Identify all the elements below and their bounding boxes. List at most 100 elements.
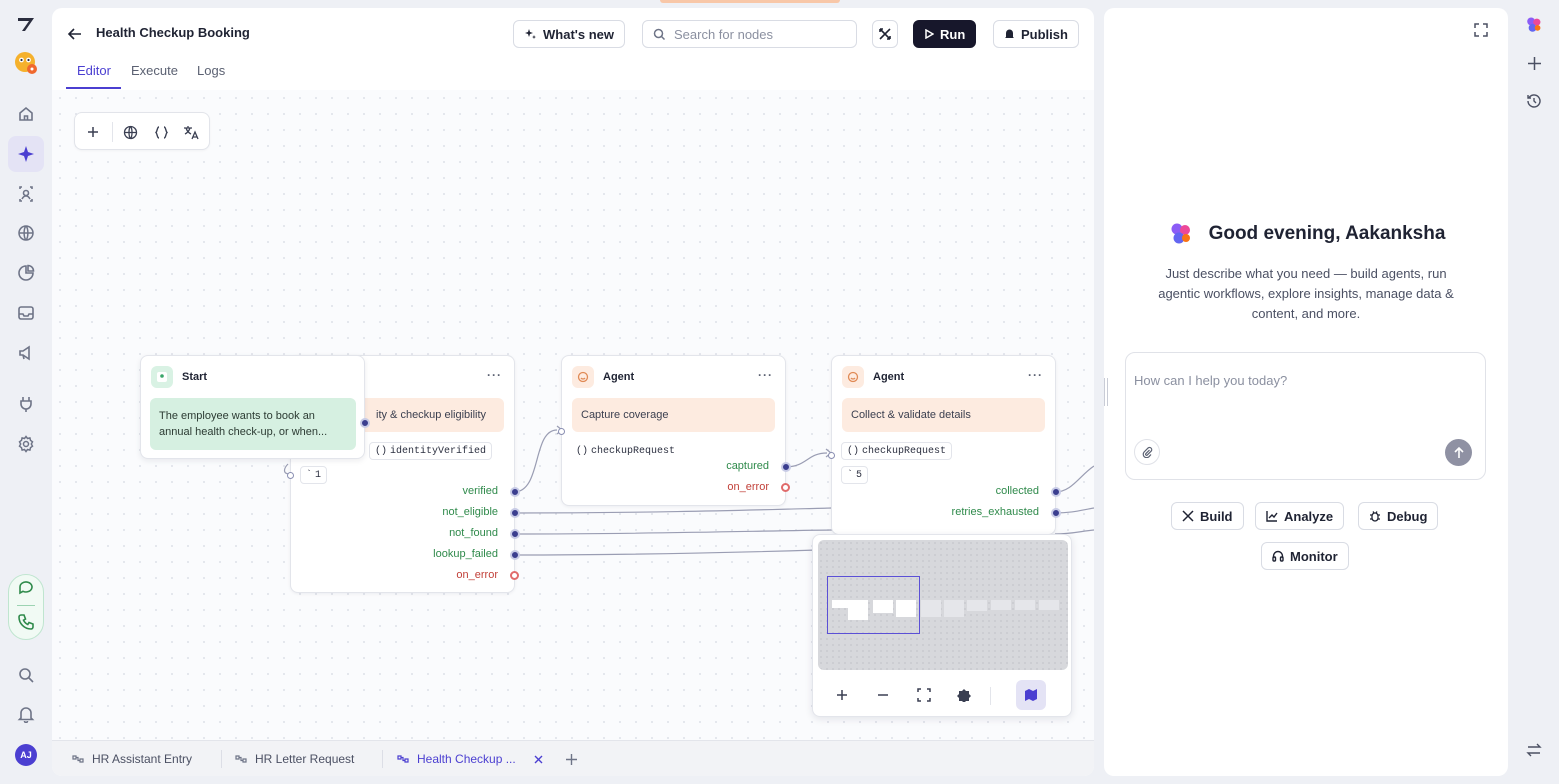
active-tab-indicator: [66, 87, 121, 89]
output-lookup-failed: lookup_failed: [433, 548, 498, 560]
phone-icon[interactable]: [8, 604, 44, 640]
build-icon: [1182, 510, 1194, 522]
panel-resize-handle[interactable]: [1104, 378, 1109, 406]
campaigns-icon[interactable]: [8, 335, 44, 371]
node-menu-icon[interactable]: ···: [1028, 368, 1043, 382]
port-on-error[interactable]: [781, 483, 790, 492]
tab-execute[interactable]: Execute: [131, 63, 178, 78]
zoom-in-icon[interactable]: [827, 680, 857, 710]
chat-input[interactable]: [1134, 373, 1474, 413]
workflow-tab-hr-assistant[interactable]: HR Assistant Entry: [72, 741, 192, 776]
port-on-error[interactable]: [510, 571, 519, 580]
plug-icon[interactable]: [8, 386, 44, 422]
tab-logs[interactable]: Logs: [197, 63, 225, 78]
port-verified[interactable]: [510, 487, 520, 497]
history-icon[interactable]: [1522, 89, 1546, 113]
agents-icon[interactable]: [8, 136, 44, 172]
inbox-icon[interactable]: [8, 295, 44, 331]
insights-icon[interactable]: [8, 176, 44, 212]
agent-icon: [842, 366, 864, 388]
copilot-logo-icon[interactable]: [1522, 13, 1546, 37]
port-lookup-failed[interactable]: [510, 550, 520, 560]
minimap-area[interactable]: [818, 540, 1068, 670]
add-tab-icon[interactable]: [566, 741, 577, 776]
tab-label: HR Letter Request: [255, 752, 355, 766]
tab-label: Health Checkup ...: [417, 752, 516, 766]
chart-icon: [1266, 511, 1278, 522]
minimap-node: [1039, 600, 1059, 610]
chat-icon[interactable]: [8, 570, 44, 606]
port-captured[interactable]: [781, 462, 791, 472]
port-retries-exhausted[interactable]: [1051, 508, 1061, 518]
globe-icon[interactable]: [121, 123, 139, 141]
run-button[interactable]: Run: [913, 20, 977, 48]
output-on-error: on_error: [727, 481, 769, 493]
port-collected[interactable]: [1051, 487, 1061, 497]
whats-new-button[interactable]: What's new: [513, 20, 625, 48]
bell-icon[interactable]: [8, 696, 44, 732]
node-description: Collect & validate details: [842, 398, 1045, 432]
workflow-canvas[interactable]: ··· ity & checkup eligibility () identit…: [52, 90, 1094, 740]
analyze-button[interactable]: Analyze: [1255, 502, 1345, 530]
settings-icon[interactable]: [8, 426, 44, 462]
port-not-found[interactable]: [510, 529, 520, 539]
map-toggle-icon[interactable]: [1016, 680, 1046, 710]
node-start[interactable]: Start The employee wants to book an annu…: [140, 355, 370, 459]
minimap-node: [1015, 600, 1035, 610]
node-title: Agent: [603, 371, 635, 383]
workflow-tab-hr-letter[interactable]: HR Letter Request: [235, 741, 354, 776]
build-button[interactable]: Build: [1171, 502, 1244, 530]
variables-icon[interactable]: [152, 123, 170, 141]
node-search[interactable]: [642, 20, 857, 48]
copilot-logo-icon: [1171, 223, 1190, 244]
analytics-icon[interactable]: [8, 255, 44, 291]
workspace-avatar-icon[interactable]: [8, 45, 44, 81]
minimap-node: [944, 600, 964, 617]
variable-chip: () checkupRequest: [571, 442, 681, 460]
canvas-toolbar: [74, 112, 210, 150]
globe-icon[interactable]: [8, 215, 44, 251]
debug-button[interactable]: Debug: [1358, 502, 1439, 530]
send-icon[interactable]: [1445, 439, 1472, 466]
search-input[interactable]: [674, 26, 844, 42]
add-node-icon[interactable]: [84, 123, 102, 141]
play-icon: [925, 29, 934, 39]
zoom-out-icon[interactable]: [868, 680, 898, 710]
search-icon: [653, 28, 666, 40]
back-arrow-icon[interactable]: [66, 25, 84, 43]
port-input[interactable]: [828, 452, 835, 459]
node-capture-coverage[interactable]: Agent ··· Capture coverage () checkupReq…: [558, 355, 791, 506]
node-menu-icon[interactable]: ···: [758, 368, 773, 382]
workflow-tab-health-checkup[interactable]: Health Checkup ...: [397, 741, 543, 776]
count-value: 1: [315, 469, 322, 481]
port-input[interactable]: [287, 472, 294, 479]
close-tab-icon[interactable]: [534, 755, 543, 764]
node-menu-icon[interactable]: ···: [487, 368, 502, 382]
variable-chip: () checkupRequest: [841, 442, 953, 460]
variable-icon: (): [576, 445, 589, 457]
auto-layout-icon[interactable]: [949, 680, 979, 710]
output-retries-exhausted: retries_exhausted: [951, 506, 1039, 518]
home-icon[interactable]: [8, 96, 44, 132]
search-icon[interactable]: [8, 657, 44, 693]
minimap-viewport[interactable]: [827, 576, 920, 634]
new-chat-icon[interactable]: [1522, 51, 1546, 75]
monitor-button[interactable]: Monitor: [1261, 542, 1349, 570]
brand-logo-icon[interactable]: [8, 6, 44, 42]
tools-button[interactable]: [872, 20, 898, 48]
user-avatar[interactable]: AJ: [15, 744, 37, 766]
publish-button[interactable]: Publish: [993, 20, 1079, 48]
port-output[interactable]: [360, 418, 370, 428]
expand-icon[interactable]: [1473, 22, 1489, 38]
node-header: Agent: [842, 366, 904, 388]
tab-editor[interactable]: Editor: [77, 63, 111, 78]
translate-icon[interactable]: [182, 123, 200, 141]
port-input[interactable]: [558, 428, 565, 435]
count-value: 5: [856, 469, 863, 481]
fit-view-icon[interactable]: [909, 680, 939, 710]
editor-panel: Health Checkup Booking What's new Run Pu…: [52, 8, 1094, 776]
attach-icon[interactable]: [1134, 439, 1160, 465]
port-not-eligible[interactable]: [510, 508, 520, 518]
swap-panels-icon[interactable]: [1522, 738, 1546, 762]
node-collect-details[interactable]: Agent ··· Collect & validate details () …: [828, 355, 1061, 535]
